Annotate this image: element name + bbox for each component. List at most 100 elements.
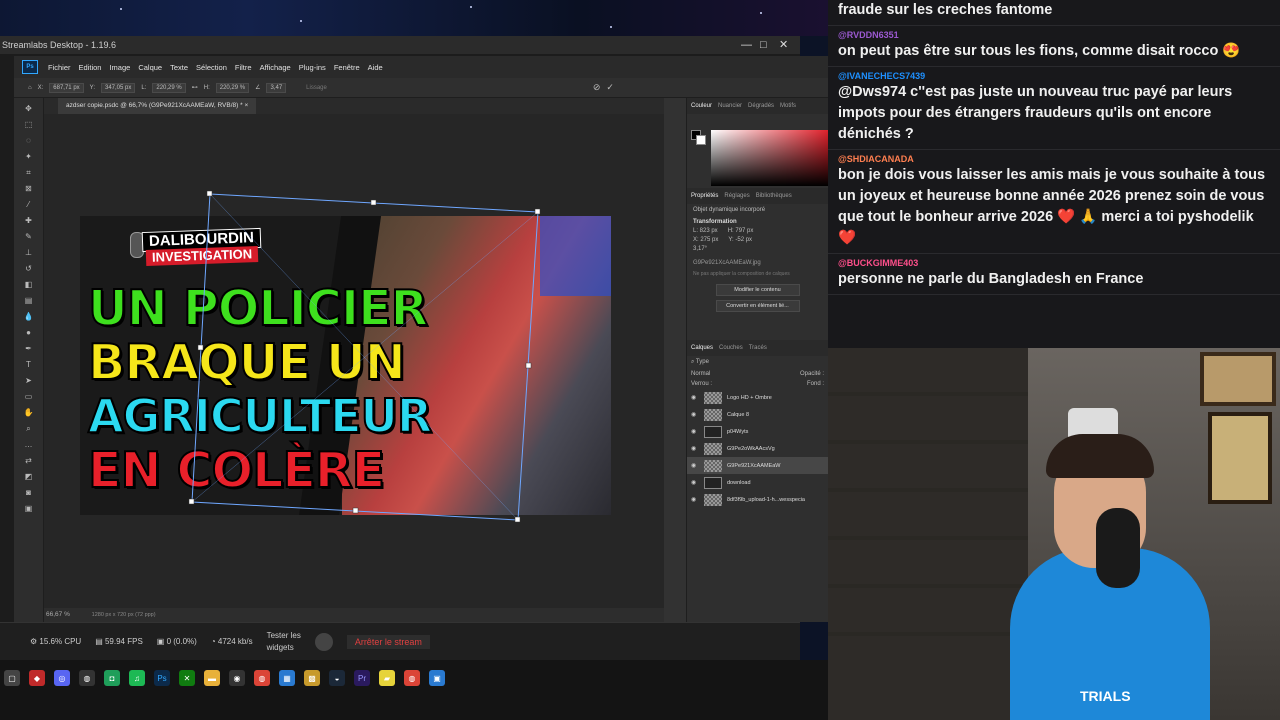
prop-height[interactable]: 797 px <box>735 228 753 234</box>
visibility-eye-icon[interactable]: ◉ <box>691 411 699 418</box>
brush-tool-icon[interactable]: ✎ <box>22 232 36 242</box>
test-widgets-button[interactable]: Tester les widgets <box>267 630 301 654</box>
thumbnail-document[interactable]: DALIBOURDIN INVESTIGATION UN POLICIER BR… <box>80 216 611 515</box>
home-icon[interactable]: ⌂ <box>28 85 32 91</box>
menu-edition[interactable]: Edition <box>75 63 106 72</box>
app-icon[interactable]: ▩ <box>304 670 320 686</box>
menu-filtre[interactable]: Filtre <box>231 63 256 72</box>
app-icon[interactable]: ◍ <box>79 670 95 686</box>
chat-username[interactable]: @BUCKGIMME403 <box>838 258 1270 269</box>
height-field[interactable]: 220,29 % <box>215 82 250 93</box>
color-picker[interactable] <box>687 114 829 188</box>
chat-username[interactable]: @RVDDN6351 <box>838 30 1270 41</box>
visibility-eye-icon[interactable]: ◉ <box>691 479 699 486</box>
menu-image[interactable]: Image <box>105 63 134 72</box>
swap-colors-icon[interactable]: ⇄ <box>22 456 36 466</box>
layer-comp-select[interactable]: Ne pas appliquer la composition de calqu… <box>693 271 822 277</box>
close-button[interactable]: ✕ <box>779 36 788 54</box>
layer-row[interactable]: ◉ Logo HD + Ombre <box>687 389 828 406</box>
dodge-tool-icon[interactable]: ● <box>22 328 36 338</box>
menu-calque[interactable]: Calque <box>134 63 166 72</box>
more-tools-icon[interactable]: … <box>22 440 36 450</box>
minimize-button[interactable]: — <box>741 36 752 54</box>
color-field[interactable] <box>711 130 829 186</box>
menu-affichage[interactable]: Affichage <box>256 63 295 72</box>
opacity-label[interactable]: Opacité : <box>800 371 824 377</box>
chrome-icon[interactable]: ◍ <box>404 670 420 686</box>
move-tool-icon[interactable]: ✥ <box>22 104 36 114</box>
eraser-tool-icon[interactable]: ◧ <box>22 280 36 290</box>
type-tool-icon[interactable]: T <box>22 360 36 370</box>
menu-plugins[interactable]: Plug-ins <box>295 63 330 72</box>
shape-tool-icon[interactable]: ▭ <box>22 392 36 402</box>
app-icon[interactable]: ◆ <box>29 670 45 686</box>
layer-row[interactable]: ◉ 8df3f9b_upload-1-h...wesspecia <box>687 491 828 508</box>
tab-couches[interactable]: Couches <box>719 345 743 351</box>
marquee-tool-icon[interactable]: ⬚ <box>22 120 36 130</box>
tab-bibliotheques[interactable]: Bibliothèques <box>756 193 792 199</box>
frame-tool-icon[interactable]: ⊠ <box>22 184 36 194</box>
menu-texte[interactable]: Texte <box>166 63 192 72</box>
discord-icon[interactable]: ◎ <box>54 670 70 686</box>
visibility-eye-icon[interactable]: ◉ <box>691 496 699 503</box>
layer-filter-type[interactable]: Type <box>696 359 709 365</box>
prop-x[interactable]: 275 px <box>700 237 718 243</box>
stop-stream-button[interactable]: Arrêter le stream <box>346 634 430 649</box>
zoom-level[interactable]: 66,67 % <box>46 611 70 618</box>
app-icon[interactable]: ◘ <box>104 670 120 686</box>
document-tab[interactable]: azdser copie.psdc @ 66,7% (G9Pe921XcAAME… <box>58 98 257 114</box>
tab-nuancier[interactable]: Nuancier <box>718 103 742 109</box>
premiere-icon[interactable]: Pr <box>354 670 370 686</box>
layer-row[interactable]: ◉ p04Wyts <box>687 423 828 440</box>
chrome-icon[interactable]: ◍ <box>254 670 270 686</box>
history-brush-icon[interactable]: ↺ <box>22 264 36 274</box>
eyedropper-tool-icon[interactable]: ⁄ <box>22 200 36 210</box>
visibility-eye-icon[interactable]: ◉ <box>691 462 699 469</box>
width-field[interactable]: 220,29 % <box>152 82 186 93</box>
folder-icon[interactable]: ▬ <box>204 670 220 686</box>
interpolation-select[interactable]: Lissage <box>306 85 327 91</box>
path-select-icon[interactable]: ➤ <box>22 376 36 386</box>
stamp-tool-icon[interactable]: ⊥ <box>22 248 36 258</box>
layer-row[interactable]: ◉ download <box>687 474 828 491</box>
tab-motifs[interactable]: Motifs <box>780 103 796 109</box>
tab-reglages[interactable]: Réglages <box>724 193 749 199</box>
convert-linked-button[interactable]: Convertir en élément lié... <box>715 300 800 312</box>
screen-mode-icon[interactable]: ▣ <box>22 504 36 514</box>
layer-filter[interactable]: ⌕ Type <box>687 356 828 369</box>
steam-icon[interactable]: ◒ <box>329 670 345 686</box>
blend-mode-select[interactable]: Normal <box>691 371 710 377</box>
pen-tool-icon[interactable]: ✒ <box>22 344 36 354</box>
layer-row-selected[interactable]: ◉ G9Pe921XcAAMEaW <box>687 457 828 474</box>
visibility-eye-icon[interactable]: ◉ <box>691 394 699 401</box>
magic-wand-tool-icon[interactable]: ✦ <box>22 152 36 162</box>
xbox-icon[interactable]: ✕ <box>179 670 195 686</box>
tab-degrades[interactable]: Dégradés <box>748 103 774 109</box>
layer-row[interactable]: ◉ G9Pe2oWkAAcsVg <box>687 440 828 457</box>
commit-transform-icon[interactable]: ✓ <box>606 82 614 93</box>
tab-couleur[interactable]: Couleur <box>691 103 712 109</box>
canvas-area[interactable]: DALIBOURDIN INVESTIGATION UN POLICIER BR… <box>44 114 664 608</box>
menu-aide[interactable]: Aide <box>364 63 387 72</box>
lasso-tool-icon[interactable]: ◌ <box>22 136 36 146</box>
app-icon[interactable]: ▣ <box>429 670 445 686</box>
photoshop-icon[interactable]: Ps <box>154 670 170 686</box>
background-color-swatch[interactable] <box>696 135 706 145</box>
prop-angle[interactable]: 3,17° <box>693 246 822 252</box>
tab-traces[interactable]: Tracés <box>749 345 767 351</box>
layer-row[interactable]: ◉ Calque 8 <box>687 406 828 423</box>
crop-tool-icon[interactable]: ⌗ <box>22 168 36 178</box>
spotify-icon[interactable]: ♫ <box>129 670 145 686</box>
maximize-button[interactable]: □ <box>760 36 767 54</box>
healing-tool-icon[interactable]: ✚ <box>22 216 36 226</box>
menu-fichier[interactable]: Fichier <box>44 63 75 72</box>
quick-mask-icon[interactable]: ◙ <box>22 488 36 498</box>
zoom-tool-icon[interactable]: ⌕ <box>22 424 36 434</box>
close-tab-icon[interactable]: × <box>244 102 248 109</box>
menu-selection[interactable]: Sélection <box>192 63 231 72</box>
menu-fenetre[interactable]: Fenêtre <box>330 63 364 72</box>
cancel-transform-icon[interactable]: ⊘ <box>593 82 601 93</box>
tab-calques[interactable]: Calques <box>691 345 713 351</box>
chat-username[interactable]: @IVANECHECS7439 <box>838 71 1270 82</box>
edit-contents-button[interactable]: Modifier le contenu <box>715 284 800 296</box>
